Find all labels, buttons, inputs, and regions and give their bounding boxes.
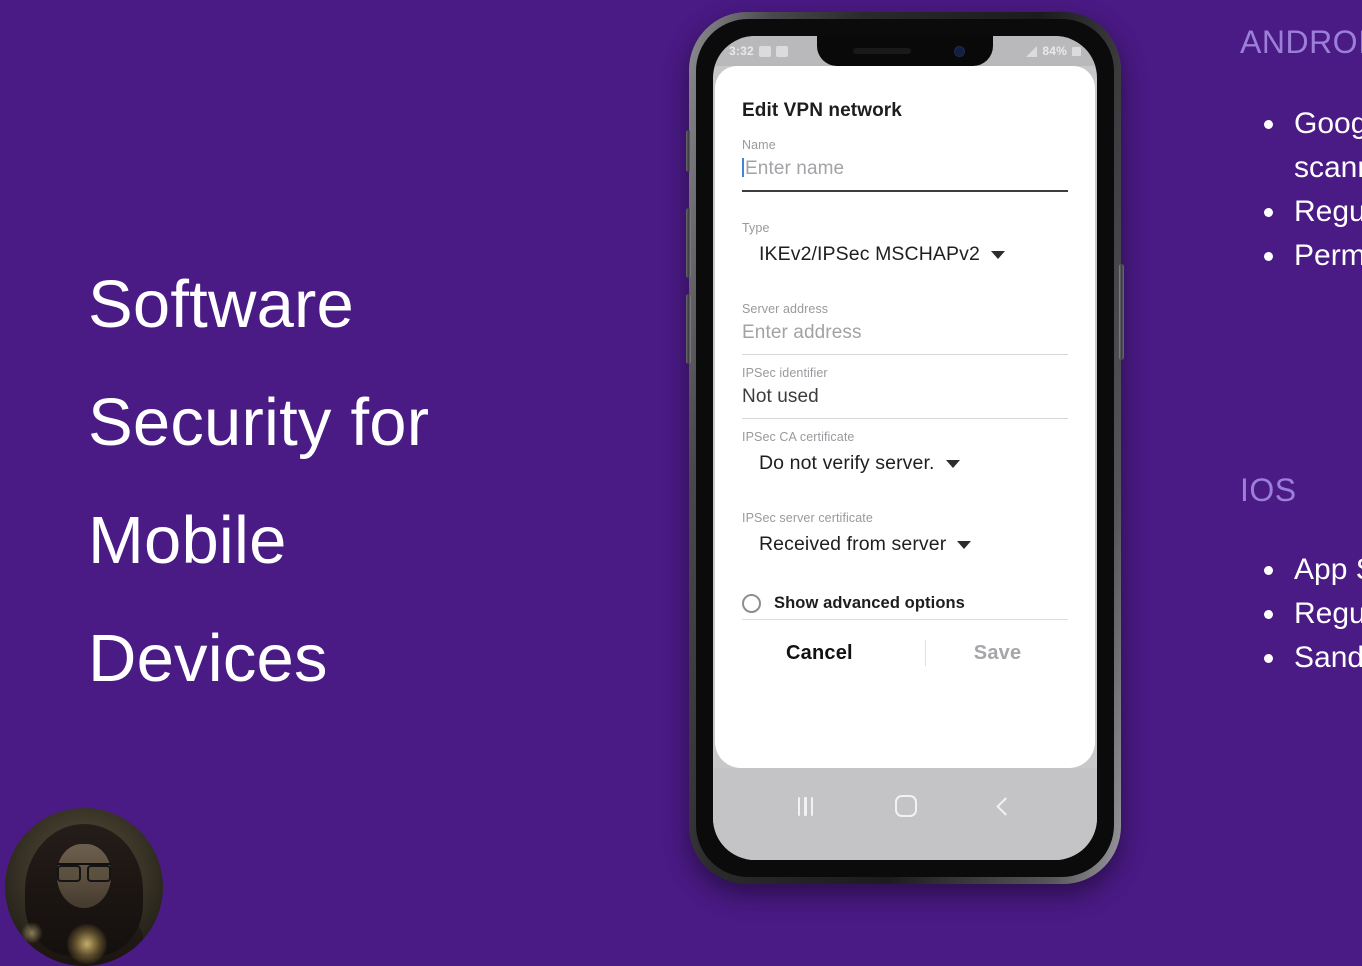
battery-icon <box>1072 46 1081 56</box>
status-bar-clock: 3:32 <box>729 44 754 58</box>
signal-icon <box>1026 45 1038 57</box>
phone-notch <box>817 36 993 66</box>
earpiece-speaker-icon <box>853 48 911 54</box>
list-item: Permissions <box>1250 234 1362 278</box>
name-input-underline <box>742 190 1068 192</box>
ios-section-heading: IOS <box>1240 472 1297 508</box>
field-server-address: Server address Enter address <box>742 302 1068 355</box>
show-advanced-options-label: Show advanced options <box>774 594 965 612</box>
list-item: Regular updates <box>1250 190 1362 234</box>
ipsec-identifier-input[interactable]: Not used <box>742 386 1068 418</box>
phone-mockup: 3:32 84% Edit VPN network Name Enter nam… <box>686 12 1124 884</box>
android-bullet-list: Google Play Protect scanning Regular upd… <box>1250 102 1362 278</box>
android-navigation-bar <box>713 768 1097 860</box>
server-address-underline <box>742 354 1068 355</box>
ipsec-server-certificate-value: Received from server <box>759 533 947 555</box>
ipsec-ca-certificate-select[interactable]: Do not verify server. <box>742 450 1068 481</box>
status-bar-right: 84% <box>1026 44 1081 58</box>
list-item: Google Play Protect scanning <box>1250 102 1362 190</box>
volume-up-button[interactable] <box>686 208 691 278</box>
name-input-placeholder: Enter name <box>745 158 845 179</box>
field-label-ipsec-server-certificate: IPSec server certificate <box>742 511 873 525</box>
field-label-ipsec-identifier: IPSec identifier <box>742 366 828 380</box>
action-divider <box>924 640 926 666</box>
cancel-button[interactable]: Cancel <box>786 642 853 665</box>
android-section-heading: ANDROID <box>1240 24 1362 60</box>
image-icon <box>758 45 771 57</box>
page-title: Software Security for Mobile Devices <box>88 267 430 696</box>
dialog-actions: Cancel Save <box>742 620 1068 666</box>
chevron-down-icon <box>990 250 1005 259</box>
recents-icon[interactable] <box>797 796 814 816</box>
presentation-slide: Software Security for Mobile Devices AND… <box>0 0 1362 966</box>
recents-bar <box>797 796 801 816</box>
server-address-input[interactable]: Enter address <box>742 322 1068 354</box>
field-label-server-address: Server address <box>742 302 829 316</box>
type-select-value: IKEv2/IPSec MSCHAPv2 <box>759 243 980 265</box>
chevron-down-icon <box>957 540 972 549</box>
field-type: Type IKEv2/IPSec MSCHAPv2 <box>742 221 1068 272</box>
silent-switch-button[interactable] <box>686 130 691 172</box>
phone-bezel: 3:32 84% Edit VPN network Name Enter nam… <box>696 19 1114 877</box>
volume-down-button[interactable] <box>686 294 691 364</box>
ipsec-ca-certificate-value: Do not verify server. <box>759 452 935 474</box>
chevron-down-icon <box>945 459 960 468</box>
power-button[interactable] <box>1119 264 1124 360</box>
home-icon[interactable] <box>895 795 918 817</box>
recents-bar <box>810 796 814 816</box>
list-item: Sandboxing <box>1250 636 1362 680</box>
show-advanced-options-row[interactable]: Show advanced options <box>742 584 1068 613</box>
presenter-webcam <box>5 808 163 966</box>
recents-bar <box>804 796 807 816</box>
list-item: Regular updates <box>1250 592 1362 636</box>
webcam-highlight <box>21 922 43 944</box>
front-camera-icon <box>954 46 965 57</box>
name-input[interactable]: Enter name <box>742 158 1068 190</box>
status-bar-left: 3:32 <box>729 44 788 58</box>
field-ipsec-server-certificate: IPSec server certificate Received from s… <box>742 511 1068 562</box>
field-name: Name Enter name <box>742 138 1068 192</box>
field-label-ipsec-ca-certificate: IPSec CA certificate <box>742 430 855 444</box>
calendar-icon <box>775 45 788 57</box>
type-select[interactable]: IKEv2/IPSec MSCHAPv2 <box>742 241 1068 272</box>
field-label-type: Type <box>742 221 770 235</box>
glasses-icon <box>57 863 111 882</box>
checkbox-unchecked-icon[interactable] <box>742 594 761 613</box>
ipsec-identifier-underline <box>742 418 1068 419</box>
field-ipsec-identifier: IPSec identifier Not used <box>742 366 1068 419</box>
ipsec-server-certificate-select[interactable]: Received from server <box>742 531 1068 562</box>
save-button[interactable]: Save <box>974 642 1022 665</box>
platform-comparison-column: ANDROID Google Play Protect scanning Reg… <box>1240 0 1362 966</box>
phone-screen: 3:32 84% Edit VPN network Name Enter nam… <box>713 36 1097 860</box>
ios-bullet-list: App Store review Regular updates Sandbox… <box>1250 548 1362 680</box>
back-icon[interactable] <box>996 796 1015 816</box>
dialog-title: Edit VPN network <box>742 100 902 121</box>
field-ipsec-ca-certificate: IPSec CA certificate Do not verify serve… <box>742 430 1068 481</box>
phone-frame: 3:32 84% Edit VPN network Name Enter nam… <box>686 12 1124 884</box>
field-label-name: Name <box>742 138 776 152</box>
text-cursor-icon <box>742 158 744 177</box>
edit-vpn-dialog: Edit VPN network Name Enter name Type IK… <box>715 66 1095 768</box>
webcam-shirt-graphic <box>67 924 107 964</box>
battery-percent-label: 84% <box>1042 44 1067 58</box>
list-item: App Store review <box>1250 548 1362 592</box>
